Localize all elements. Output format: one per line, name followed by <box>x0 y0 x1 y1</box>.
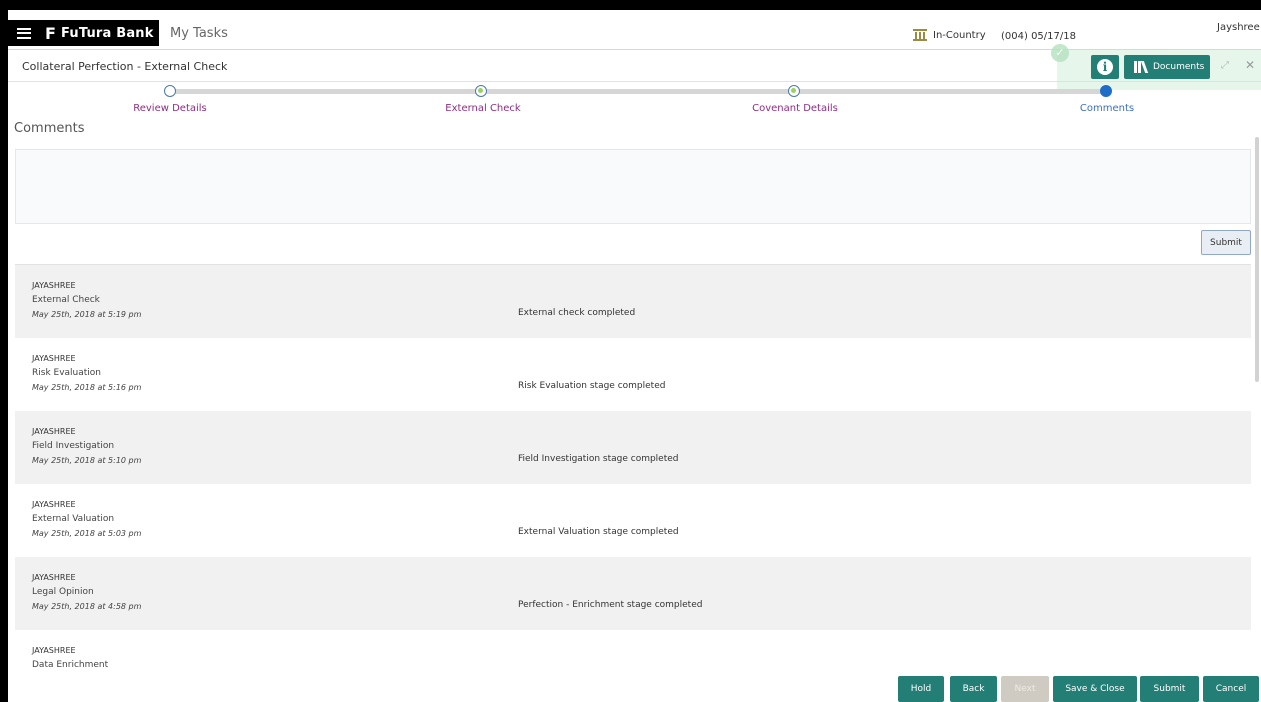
comment-user: JAYASHREE <box>32 354 76 363</box>
comment-submit-button[interactable]: Submit <box>1201 230 1251 255</box>
comment-text: External Valuation stage completed <box>518 527 679 537</box>
info-button[interactable]: i <box>1091 55 1119 79</box>
comment-time: May 25th, 2018 at 4:58 pm <box>32 602 142 611</box>
country-label: In-Country <box>933 29 986 41</box>
comment-user: JAYASHREE <box>32 427 76 436</box>
step-dot-review-details[interactable] <box>164 85 176 97</box>
bank-logo-icon: F <box>45 23 56 43</box>
step-label-comments[interactable]: Comments <box>1080 103 1134 114</box>
bank-building-icon <box>913 29 927 41</box>
comment-stage: External Check <box>32 295 100 305</box>
step-label-review-details[interactable]: Review Details <box>133 103 207 114</box>
save-close-button[interactable]: Save & Close <box>1053 676 1137 702</box>
left-border <box>0 10 8 702</box>
comment-text: External check completed <box>518 308 636 318</box>
comment-user: JAYASHREE <box>32 281 76 290</box>
comment-row: JAYASHREE Legal Opinion May 25th, 2018 a… <box>15 557 1251 630</box>
scrollbar[interactable] <box>1255 137 1259 382</box>
step-dot-comments[interactable] <box>1100 85 1112 97</box>
comment-row: JAYASHREE External Check May 25th, 2018 … <box>15 265 1251 338</box>
books-icon <box>1134 61 1149 73</box>
comment-list: JAYASHREE External Check May 25th, 2018 … <box>15 264 1251 702</box>
submit-button[interactable]: Submit <box>1140 676 1199 702</box>
progress-stepper: Review Details External Check Covenant D… <box>8 82 1261 120</box>
back-button[interactable]: Back <box>950 676 997 702</box>
comment-row: JAYASHREE External Valuation May 25th, 2… <box>15 484 1251 557</box>
comment-text: Perfection - Enrichment stage completed <box>518 600 703 610</box>
comment-user: JAYASHREE <box>32 573 76 582</box>
title-bar: Collateral Perfection - External Check ✓… <box>8 44 1261 90</box>
comment-stage: Data Enrichment <box>32 660 109 670</box>
step-label-external-check[interactable]: External Check <box>445 103 520 114</box>
user-name[interactable]: Jayshree <box>1217 22 1260 33</box>
brand-name: FuTura Bank <box>60 25 154 41</box>
step-label-covenant-details[interactable]: Covenant Details <box>752 103 838 114</box>
brand-bar: F FuTura Bank <box>8 20 159 46</box>
comment-stage: External Valuation <box>32 514 115 524</box>
comment-time: May 25th, 2018 at 5:16 pm <box>32 383 142 392</box>
comment-stage: Field Investigation <box>32 441 115 451</box>
documents-label: Documents <box>1153 62 1205 72</box>
step-dot-external-check[interactable] <box>475 85 487 97</box>
comment-user: JAYASHREE <box>32 500 76 509</box>
hold-button[interactable]: Hold <box>898 676 944 702</box>
comment-stage: Risk Evaluation <box>32 368 102 378</box>
country-indicator[interactable]: In-Country <box>913 29 986 41</box>
comment-text: Risk Evaluation stage completed <box>518 381 666 391</box>
comment-time: May 25th, 2018 at 5:10 pm <box>32 456 142 465</box>
stepper-track <box>172 89 1106 94</box>
expand-icon[interactable]: ⤢ <box>1221 60 1229 71</box>
close-icon[interactable]: ✕ <box>1245 58 1255 72</box>
page-title: Collateral Perfection - External Check <box>22 60 228 73</box>
app-header: F FuTura Bank My Tasks In-Country (004) … <box>8 10 1261 50</box>
comment-time: May 25th, 2018 at 5:03 pm <box>32 529 142 538</box>
step-dot-covenant-details[interactable] <box>788 85 800 97</box>
check-icon: ✓ <box>1051 44 1069 62</box>
next-button[interactable]: Next <box>1001 676 1049 702</box>
cancel-button[interactable]: Cancel <box>1203 676 1259 702</box>
app-title[interactable]: My Tasks <box>170 26 228 41</box>
top-border <box>0 0 1261 10</box>
comment-input[interactable] <box>15 149 1251 224</box>
section-title: Comments <box>14 121 85 136</box>
comment-time: May 25th, 2018 at 5:19 pm <box>32 310 142 319</box>
menu-icon[interactable] <box>17 27 31 39</box>
documents-button[interactable]: Documents <box>1124 55 1210 79</box>
comment-stage: Legal Opinion <box>32 587 94 597</box>
info-icon: i <box>1097 59 1113 75</box>
comment-user: JAYASHREE <box>32 646 76 655</box>
comment-text: Field Investigation stage completed <box>518 454 679 464</box>
comment-row: JAYASHREE Field Investigation May 25th, … <box>15 411 1251 484</box>
comment-row: JAYASHREE Risk Evaluation May 25th, 2018… <box>15 338 1251 411</box>
branch-date: (004) 05/17/18 <box>1001 31 1076 42</box>
